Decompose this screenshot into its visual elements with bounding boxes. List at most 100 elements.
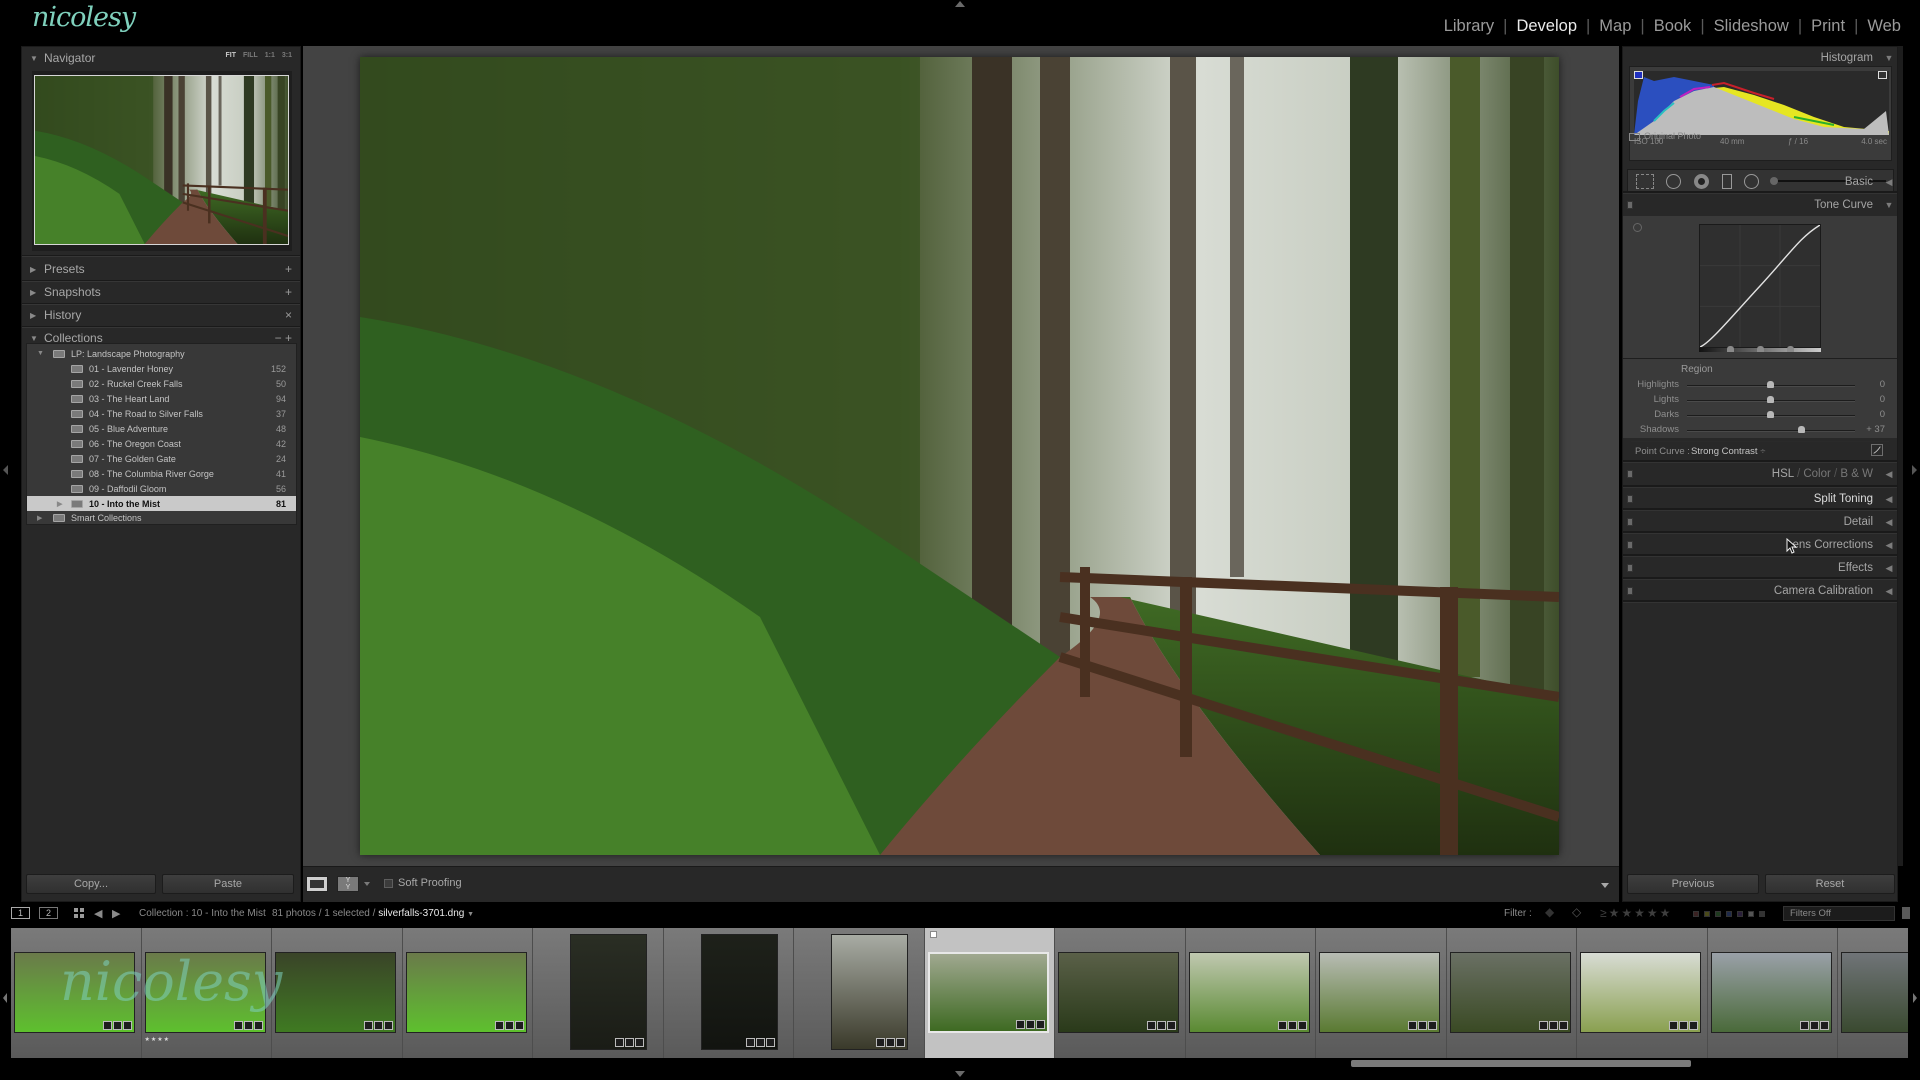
collection-set-row[interactable]: ▼ LP: Landscape Photography xyxy=(27,346,296,361)
zoom-option-fit[interactable]: FIT xyxy=(225,52,236,59)
module-develop[interactable]: Develop xyxy=(1507,17,1586,36)
filmstrip-thumbnail[interactable] xyxy=(1058,952,1179,1033)
previous-button[interactable]: Previous xyxy=(1627,874,1759,894)
panel-toggle-switch[interactable] xyxy=(1627,518,1633,526)
develop-badge-icon[interactable] xyxy=(1297,1021,1307,1030)
tab-hsl[interactable]: HSL xyxy=(1772,468,1794,480)
color-label-filters[interactable] xyxy=(1693,911,1765,917)
right-panel-scrollbar[interactable] xyxy=(1898,46,1903,866)
flag-filter-icon[interactable]: ◆ xyxy=(1545,905,1554,919)
filmstrip-cell[interactable] xyxy=(533,928,664,1058)
filmstrip-thumbnail[interactable] xyxy=(405,952,527,1033)
no-label-filter[interactable] xyxy=(1759,911,1765,917)
keyword-badge-icon[interactable] xyxy=(1799,1021,1809,1030)
yellow-label-filter[interactable] xyxy=(1704,911,1710,917)
unflagged-filter-icon[interactable]: ◇ xyxy=(1572,905,1581,919)
filmstrip-cell[interactable] xyxy=(1447,928,1577,1058)
develop-badge-icon[interactable] xyxy=(1428,1021,1437,1030)
tab-bw[interactable]: B & W xyxy=(1840,468,1873,480)
keyword-badge-icon[interactable] xyxy=(1277,1021,1287,1030)
filmstrip-source[interactable]: Collection : 10 - Into the Mist xyxy=(139,908,266,919)
keyword-badge-icon[interactable] xyxy=(103,1021,112,1030)
keyword-badge-icon[interactable] xyxy=(1408,1021,1417,1030)
collection-row[interactable]: ▶ 10 - Into the Mist 81 xyxy=(27,496,296,511)
collection-row[interactable]: 02 - Ruckel Creek Falls 50 xyxy=(27,376,296,391)
shadow-clipping-indicator[interactable] xyxy=(1634,71,1643,79)
collection-row[interactable]: 04 - The Road to Silver Falls 37 xyxy=(27,406,296,421)
zoom-option-3-1[interactable]: 3:1 xyxy=(282,52,292,59)
panel-toggle-switch[interactable] xyxy=(1627,495,1633,503)
develop-badge-icon[interactable] xyxy=(896,1038,905,1047)
metadata-badge-icon[interactable] xyxy=(1418,1021,1427,1030)
module-web[interactable]: Web xyxy=(1858,17,1910,36)
slider-value[interactable]: 0 xyxy=(1880,379,1885,390)
point-curve-select[interactable]: Strong Contrast ÷ xyxy=(1691,446,1765,457)
collection-row[interactable]: 07 - The Golden Gate 24 xyxy=(27,451,296,466)
metadata-badge-icon[interactable] xyxy=(243,1021,253,1030)
metadata-badge-icon[interactable] xyxy=(1287,1021,1297,1030)
tone-curve-graph[interactable] xyxy=(1699,224,1821,348)
split-point-handle[interactable] xyxy=(1757,346,1764,352)
keyword-badge-icon[interactable] xyxy=(745,1038,755,1047)
filmstrip-thumbnail[interactable] xyxy=(927,952,1049,1033)
module-book[interactable]: Book xyxy=(1645,17,1701,36)
filmstrip-thumbnail[interactable] xyxy=(1319,952,1440,1033)
filmstrip-cell[interactable] xyxy=(1577,928,1708,1058)
histogram[interactable]: ISO 100 40 mm ƒ / 16 4.0 sec xyxy=(1629,66,1892,161)
metadata-badge-icon[interactable] xyxy=(886,1038,895,1047)
develop-badge-icon[interactable] xyxy=(1167,1021,1176,1030)
add-snapshot-button[interactable]: + xyxy=(285,285,300,299)
keyword-badge-icon[interactable] xyxy=(364,1021,373,1030)
keyword-badge-icon[interactable] xyxy=(876,1038,885,1047)
filmstrip-thumbnail[interactable] xyxy=(1841,952,1908,1033)
slider-value[interactable]: 0 xyxy=(1880,394,1885,405)
develop-badge-icon[interactable] xyxy=(514,1021,524,1030)
panel-toggle-switch[interactable] xyxy=(1627,564,1633,572)
filmstrip-scroll-right-icon[interactable] xyxy=(1913,993,1917,1003)
metadata-badge-icon[interactable] xyxy=(625,1038,634,1047)
metadata-badge-icon[interactable] xyxy=(113,1021,122,1030)
metadata-badge-icon[interactable] xyxy=(1025,1020,1035,1029)
filmstrip-cell[interactable] xyxy=(1186,928,1316,1058)
develop-badge-icon[interactable] xyxy=(253,1021,263,1030)
filmstrip-cell[interactable]: ★★★★ xyxy=(142,928,272,1058)
forward-arrow-icon[interactable]: ▶ xyxy=(112,907,120,920)
copy-settings-button[interactable]: Copy... xyxy=(26,874,156,894)
detail-section-header[interactable]: Detail ◀ xyxy=(1623,511,1897,533)
effects-section-header[interactable]: Effects ◀ xyxy=(1623,557,1897,579)
slider-value[interactable]: + 37 xyxy=(1866,424,1885,435)
module-print[interactable]: Print xyxy=(1802,17,1854,36)
filmstrip-cell[interactable] xyxy=(924,928,1055,1058)
collection-row[interactable]: 09 - Daffodil Gloom 56 xyxy=(27,481,296,496)
other-label-filter[interactable] xyxy=(1748,911,1754,917)
lens-corrections-section-header[interactable]: Lens Corrections ◀ xyxy=(1623,534,1897,556)
metadata-badge-icon[interactable] xyxy=(1157,1021,1166,1030)
slider-knob[interactable] xyxy=(1767,381,1774,388)
filmstrip-cell[interactable] xyxy=(664,928,794,1058)
basic-section-header[interactable]: Basic ◀ xyxy=(1623,171,1897,193)
develop-badge-icon[interactable] xyxy=(1819,1021,1829,1030)
zoom-option-fill[interactable]: FILL xyxy=(243,52,258,59)
filmstrip-photo-count[interactable]: 81 photos / 1 selected / silverfalls-370… xyxy=(272,908,474,919)
flag-icon[interactable] xyxy=(929,931,937,938)
split-point-handle[interactable] xyxy=(1727,346,1734,352)
navigator-header[interactable]: ▼ Navigator FIT FILL 1:1 3:1 xyxy=(22,47,300,69)
filmstrip-thumbnail[interactable] xyxy=(831,934,908,1050)
metadata-badge-icon[interactable] xyxy=(755,1038,765,1047)
bottom-panel-toggle-icon[interactable] xyxy=(955,1071,965,1077)
camera-calibration-section-header[interactable]: Camera Calibration ◀ xyxy=(1623,580,1897,602)
zoom-option-1-1[interactable]: 1:1 xyxy=(265,52,275,59)
collection-row[interactable]: 06 - The Oregon Coast 42 xyxy=(27,436,296,451)
filter-preset-select[interactable]: Filters Off xyxy=(1783,906,1895,921)
secondary-window-button[interactable]: 2 xyxy=(39,907,58,919)
filmstrip-scroll-left-icon[interactable] xyxy=(3,993,7,1003)
presets-header[interactable]: ▶ Presets + xyxy=(22,258,300,280)
paste-settings-button[interactable]: Paste xyxy=(162,874,294,894)
slider-knob[interactable] xyxy=(1767,411,1774,418)
split-point-handle[interactable] xyxy=(1787,346,1794,352)
edit-point-curve-icon[interactable] xyxy=(1871,444,1883,456)
smart-collections-row[interactable]: ▶ Smart Collections xyxy=(27,510,296,525)
main-photo[interactable] xyxy=(360,57,1559,855)
targeted-adjustment-tool-icon[interactable] xyxy=(1633,223,1642,232)
loupe-view-button[interactable] xyxy=(306,876,328,892)
